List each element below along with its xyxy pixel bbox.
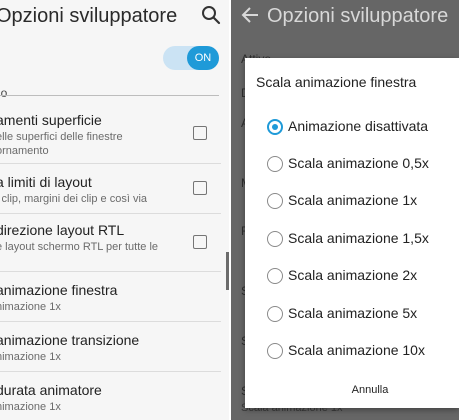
option-label: Scala animazione 0,5x xyxy=(288,155,429,171)
item-subtitle: nimazione 1x xyxy=(0,301,61,313)
option-scale-10x[interactable]: Scala animazione 10x xyxy=(245,334,459,368)
radio-selected[interactable] xyxy=(267,119,283,135)
search-icon[interactable] xyxy=(201,5,221,25)
item-subtitle: ornamento xyxy=(0,145,49,157)
option-scale-1x[interactable]: Scala animazione 1x xyxy=(245,184,459,218)
item-subtitle: elle superfici delle finestre xyxy=(0,131,123,143)
item-title: amenti superficie xyxy=(0,112,102,128)
item-title: animazione finestra xyxy=(0,282,118,298)
option-label: Scala animazione 1,5x xyxy=(288,230,429,246)
option-scale-0-5x[interactable]: Scala animazione 0,5x xyxy=(245,147,459,181)
item-title: durata animatore xyxy=(0,382,102,398)
section-divider xyxy=(0,95,219,96)
list-item-window-animation-scale[interactable]: animazione finestra nimazione 1x xyxy=(0,282,229,318)
page-title: Opzioni sviluppatore xyxy=(267,5,449,27)
cancel-button[interactable]: Annulla xyxy=(245,376,459,404)
checkbox[interactable] xyxy=(193,235,207,249)
list-item-transition-animation-scale[interactable]: animazione transizione nimazione 1x xyxy=(0,332,229,368)
divider xyxy=(0,213,221,214)
divider xyxy=(0,321,221,322)
option-label: Scala animazione 10x xyxy=(288,342,425,358)
option-label: Animazione disattivata xyxy=(288,118,429,134)
checkbox[interactable] xyxy=(193,181,207,195)
list-item-force-rtl[interactable]: direzione layout RTL e layout schermo RT… xyxy=(0,222,229,258)
option-scale-2x[interactable]: Scala animazione 2x xyxy=(245,259,459,293)
option-scale-5x[interactable]: Scala animazione 5x xyxy=(245,297,459,331)
item-subtitle: i clip, margini dei clip e così via xyxy=(0,193,148,205)
divider xyxy=(0,371,221,372)
back-arrow-icon[interactable] xyxy=(241,5,259,25)
radio[interactable] xyxy=(267,231,283,247)
radio[interactable] xyxy=(267,156,283,172)
developer-options-toggle[interactable]: ON xyxy=(163,46,219,70)
radio[interactable] xyxy=(267,343,283,359)
list-item-animator-duration-scale[interactable]: durata animatore nimazione 1x xyxy=(0,382,229,418)
app-bar: Opzioni sviluppatore xyxy=(0,0,229,32)
divider xyxy=(0,163,221,164)
radio[interactable] xyxy=(267,268,283,284)
checkbox[interactable] xyxy=(193,126,207,140)
left-screen: Opzioni sviluppatore ON ho amenti superf… xyxy=(0,0,229,420)
dialog-title: Scala animazione finestra xyxy=(256,74,417,90)
radio[interactable] xyxy=(267,193,283,209)
option-animation-off[interactable]: Animazione disattivata xyxy=(245,110,459,144)
list-item-show-surface-updates[interactable]: amenti superficie elle superfici delle f… xyxy=(0,112,229,162)
option-scale-1-5x[interactable]: Scala animazione 1,5x xyxy=(245,222,459,256)
item-subtitle: nimazione 1x xyxy=(0,351,61,363)
list-item-show-layout-bounds[interactable]: a limiti di layout i clip, margini dei c… xyxy=(0,174,229,210)
divider xyxy=(0,271,221,272)
developer-options-toggle-row: ON xyxy=(0,40,229,76)
cancel-label: Annulla xyxy=(351,384,389,396)
animation-scale-dialog: Scala animazione finestra Animazione dis… xyxy=(245,58,459,408)
item-title: a limiti di layout xyxy=(0,174,92,190)
toggle-label: ON xyxy=(187,46,219,70)
option-label: Scala animazione 2x xyxy=(288,267,418,283)
item-title: animazione transizione xyxy=(0,332,140,348)
option-label: Scala animazione 5x xyxy=(288,305,418,321)
item-subtitle: e layout schermo RTL per tutte le xyxy=(0,241,159,253)
option-label: Scala animazione 1x xyxy=(288,192,418,208)
item-title: direzione layout RTL xyxy=(0,222,125,238)
item-subtitle: nimazione 1x xyxy=(0,401,61,413)
radio[interactable] xyxy=(267,306,283,322)
page-title: Opzioni sviluppatore xyxy=(0,5,178,27)
section-header: ho xyxy=(0,86,8,100)
